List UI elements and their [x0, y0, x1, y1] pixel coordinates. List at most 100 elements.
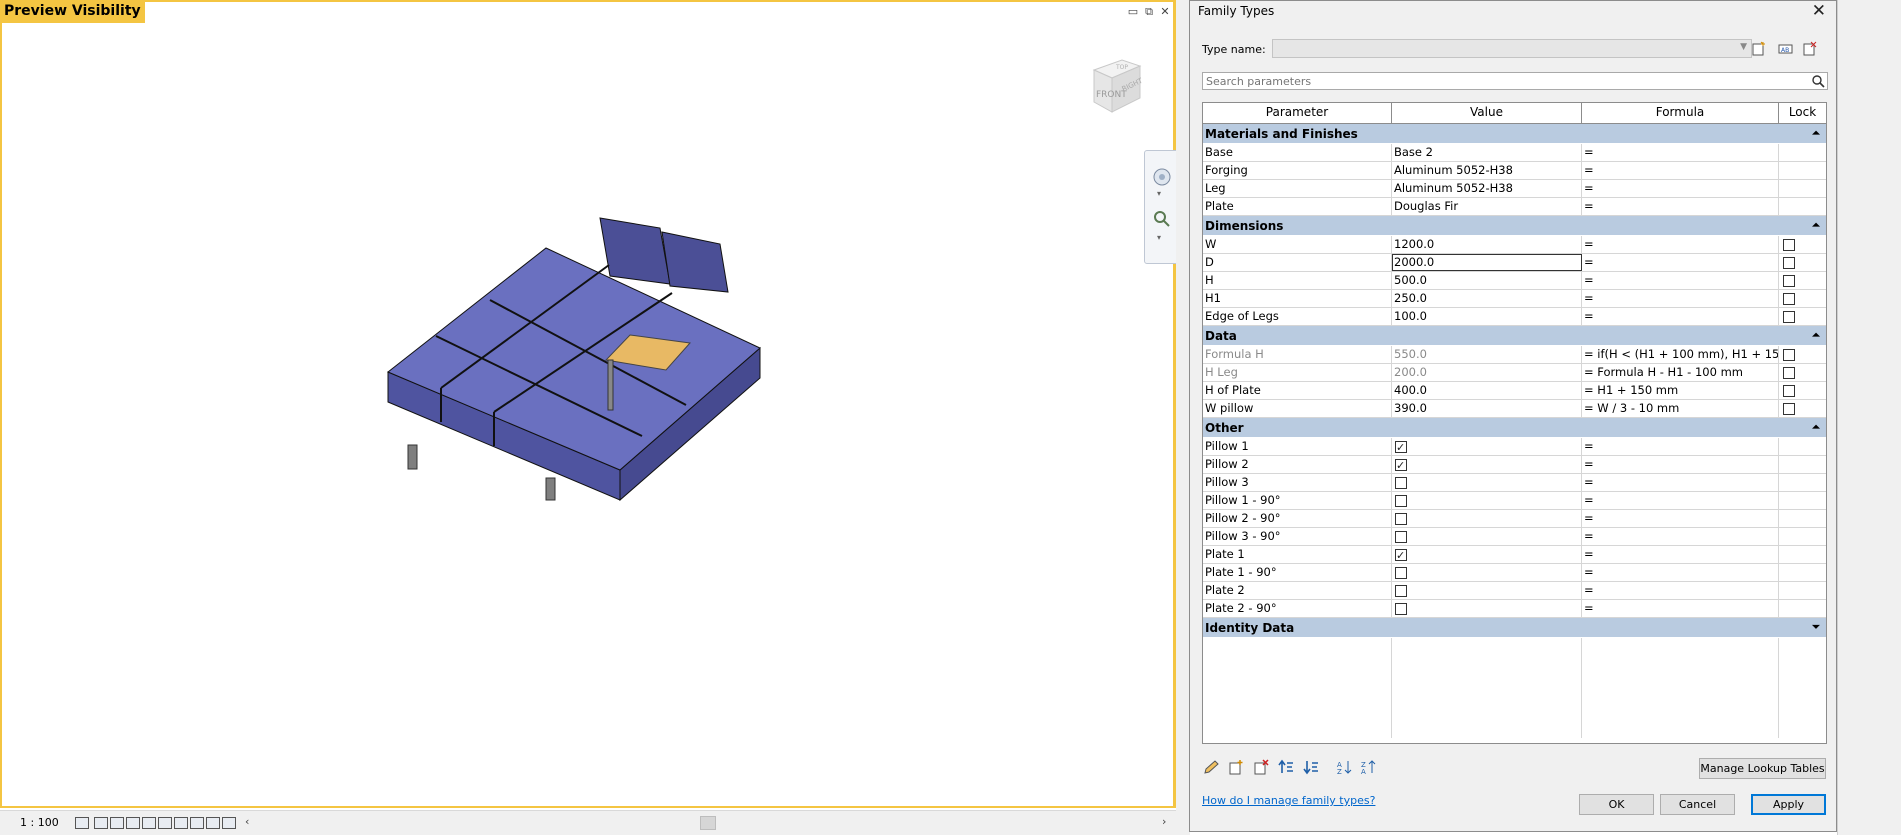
lock-cell[interactable]	[1779, 272, 1826, 289]
parameter-formula[interactable]: = W / 3 - 10 mm	[1582, 400, 1779, 417]
parameter-formula[interactable]: =	[1582, 510, 1779, 527]
column-header-parameter[interactable]: Parameter	[1203, 103, 1392, 123]
parameter-name[interactable]: H1	[1203, 290, 1392, 307]
value-checkbox[interactable]	[1395, 531, 1407, 543]
parameter-name[interactable]: Plate 2	[1203, 582, 1392, 599]
value-checkbox-cell[interactable]	[1392, 546, 1582, 563]
lock-cell[interactable]	[1779, 290, 1826, 307]
parameter-formula[interactable]: =	[1582, 456, 1779, 473]
collapse-toggle-icon[interactable]: ⏷	[1812, 618, 1820, 638]
parameter-value[interactable]: 500.0	[1392, 272, 1582, 289]
view-splitter[interactable]	[1176, 0, 1190, 835]
value-checkbox-cell[interactable]	[1392, 600, 1582, 617]
close-view-icon[interactable]: ✕	[1159, 6, 1171, 18]
lock-checkbox[interactable]	[1783, 367, 1795, 379]
lock-checkbox[interactable]	[1783, 385, 1795, 397]
parameter-formula[interactable]: = H1 + 150 mm	[1582, 382, 1779, 399]
group-header[interactable]: Identity Data ⏷	[1203, 618, 1826, 638]
move-up-icon[interactable]	[1277, 759, 1295, 775]
sort-descending-icon[interactable]: ZA	[1360, 759, 1378, 775]
parameter-value[interactable]: 250.0	[1392, 290, 1582, 307]
ok-button[interactable]: OK	[1579, 794, 1654, 815]
parameter-formula[interactable]: =	[1582, 582, 1779, 599]
lock-cell[interactable]	[1779, 346, 1826, 363]
lock-checkbox[interactable]	[1783, 257, 1795, 269]
parameter-name[interactable]: Plate 1	[1203, 546, 1392, 563]
parameter-value[interactable]: 1200.0	[1392, 236, 1582, 253]
lock-checkbox[interactable]	[1783, 403, 1795, 415]
parameter-name[interactable]: Plate	[1203, 198, 1392, 215]
value-checkbox-cell[interactable]	[1392, 474, 1582, 491]
parameter-name[interactable]: W	[1203, 236, 1392, 253]
steering-wheel-icon[interactable]	[1152, 167, 1172, 187]
collapse-toggle-icon[interactable]: ⏶	[1812, 124, 1820, 144]
parameter-formula[interactable]: =	[1582, 492, 1779, 509]
collapse-toggle-icon[interactable]: ⏶	[1812, 418, 1820, 438]
parameter-value[interactable]: 390.0	[1392, 400, 1582, 417]
parameter-formula[interactable]: =	[1582, 564, 1779, 581]
lock-cell[interactable]	[1779, 382, 1826, 399]
parameter-formula[interactable]: =	[1582, 546, 1779, 563]
cancel-button[interactable]: Cancel	[1660, 794, 1735, 815]
delete-type-icon[interactable]	[1802, 41, 1817, 56]
value-checkbox-cell[interactable]	[1392, 492, 1582, 509]
lock-checkbox[interactable]	[1783, 311, 1795, 323]
horizontal-scrollbar-thumb[interactable]	[700, 816, 716, 830]
parameter-formula[interactable]: =	[1582, 254, 1779, 271]
value-checkbox[interactable]	[1395, 567, 1407, 579]
lock-checkbox[interactable]	[1783, 239, 1795, 251]
new-type-icon[interactable]	[1751, 41, 1766, 56]
group-header[interactable]: Data ⏶	[1203, 326, 1826, 346]
lock-cell[interactable]	[1779, 364, 1826, 381]
parameter-name[interactable]: Edge of Legs	[1203, 308, 1392, 325]
parameter-name[interactable]: Formula H	[1203, 346, 1392, 363]
parameter-formula[interactable]: =	[1582, 180, 1779, 197]
visual-style-icon[interactable]	[94, 817, 108, 829]
viewcube[interactable]: FRONT RIGHT TOP	[1082, 52, 1152, 124]
parameter-name[interactable]: H	[1203, 272, 1392, 289]
value-checkbox-cell[interactable]	[1392, 456, 1582, 473]
parameter-formula[interactable]: =	[1582, 528, 1779, 545]
steering-dropdown-icon[interactable]: ▾	[1157, 189, 1161, 198]
parameter-formula[interactable]: =	[1582, 308, 1779, 325]
group-header[interactable]: Other ⏶	[1203, 418, 1826, 438]
show-crop-icon[interactable]	[174, 817, 188, 829]
search-icon[interactable]	[1811, 74, 1825, 88]
sort-ascending-icon[interactable]: AZ	[1336, 759, 1354, 775]
search-parameters-field[interactable]	[1202, 72, 1828, 90]
value-checkbox[interactable]	[1395, 457, 1407, 473]
group-header[interactable]: Dimensions ⏶	[1203, 216, 1826, 236]
value-checkbox[interactable]	[1395, 585, 1407, 597]
parameter-name[interactable]: Leg	[1203, 180, 1392, 197]
lock-cell[interactable]	[1779, 254, 1826, 271]
parameter-name[interactable]: Pillow 1	[1203, 438, 1392, 455]
analytical-model-icon[interactable]	[222, 817, 236, 829]
value-checkbox-cell[interactable]	[1392, 564, 1582, 581]
lock-cell[interactable]	[1779, 308, 1826, 325]
parameter-value[interactable]: 2000.0	[1392, 254, 1582, 271]
temporary-hide-icon[interactable]	[190, 817, 204, 829]
parameter-name[interactable]: Plate 1 - 90°	[1203, 564, 1392, 581]
parameter-formula[interactable]: =	[1582, 272, 1779, 289]
lock-cell[interactable]	[1779, 236, 1826, 253]
column-header-lock[interactable]: Lock	[1779, 103, 1826, 123]
column-header-value[interactable]: Value	[1392, 103, 1582, 123]
help-link[interactable]: How do I manage family types?	[1202, 794, 1375, 807]
view-scale[interactable]: 1 : 100	[20, 816, 59, 829]
delete-parameter-icon[interactable]	[1252, 759, 1270, 775]
parameter-value[interactable]: 100.0	[1392, 308, 1582, 325]
sun-path-icon[interactable]	[110, 817, 124, 829]
edit-parameter-icon[interactable]	[1202, 759, 1220, 775]
scroll-right-icon[interactable]: ›	[1162, 815, 1166, 828]
parameter-value[interactable]: Aluminum 5052-H38	[1392, 180, 1582, 197]
parameter-formula[interactable]: =	[1582, 144, 1779, 161]
parameter-name[interactable]: H Leg	[1203, 364, 1392, 381]
value-checkbox[interactable]	[1395, 547, 1407, 563]
value-checkbox[interactable]	[1395, 439, 1407, 455]
restore-view-icon[interactable]: ⧉	[1143, 6, 1155, 18]
rename-type-icon[interactable]: AB	[1778, 41, 1793, 56]
value-checkbox[interactable]	[1395, 513, 1407, 525]
shadows-icon[interactable]	[126, 817, 140, 829]
lock-cell[interactable]	[1779, 400, 1826, 417]
collapse-toggle-icon[interactable]: ⏶	[1812, 216, 1820, 236]
